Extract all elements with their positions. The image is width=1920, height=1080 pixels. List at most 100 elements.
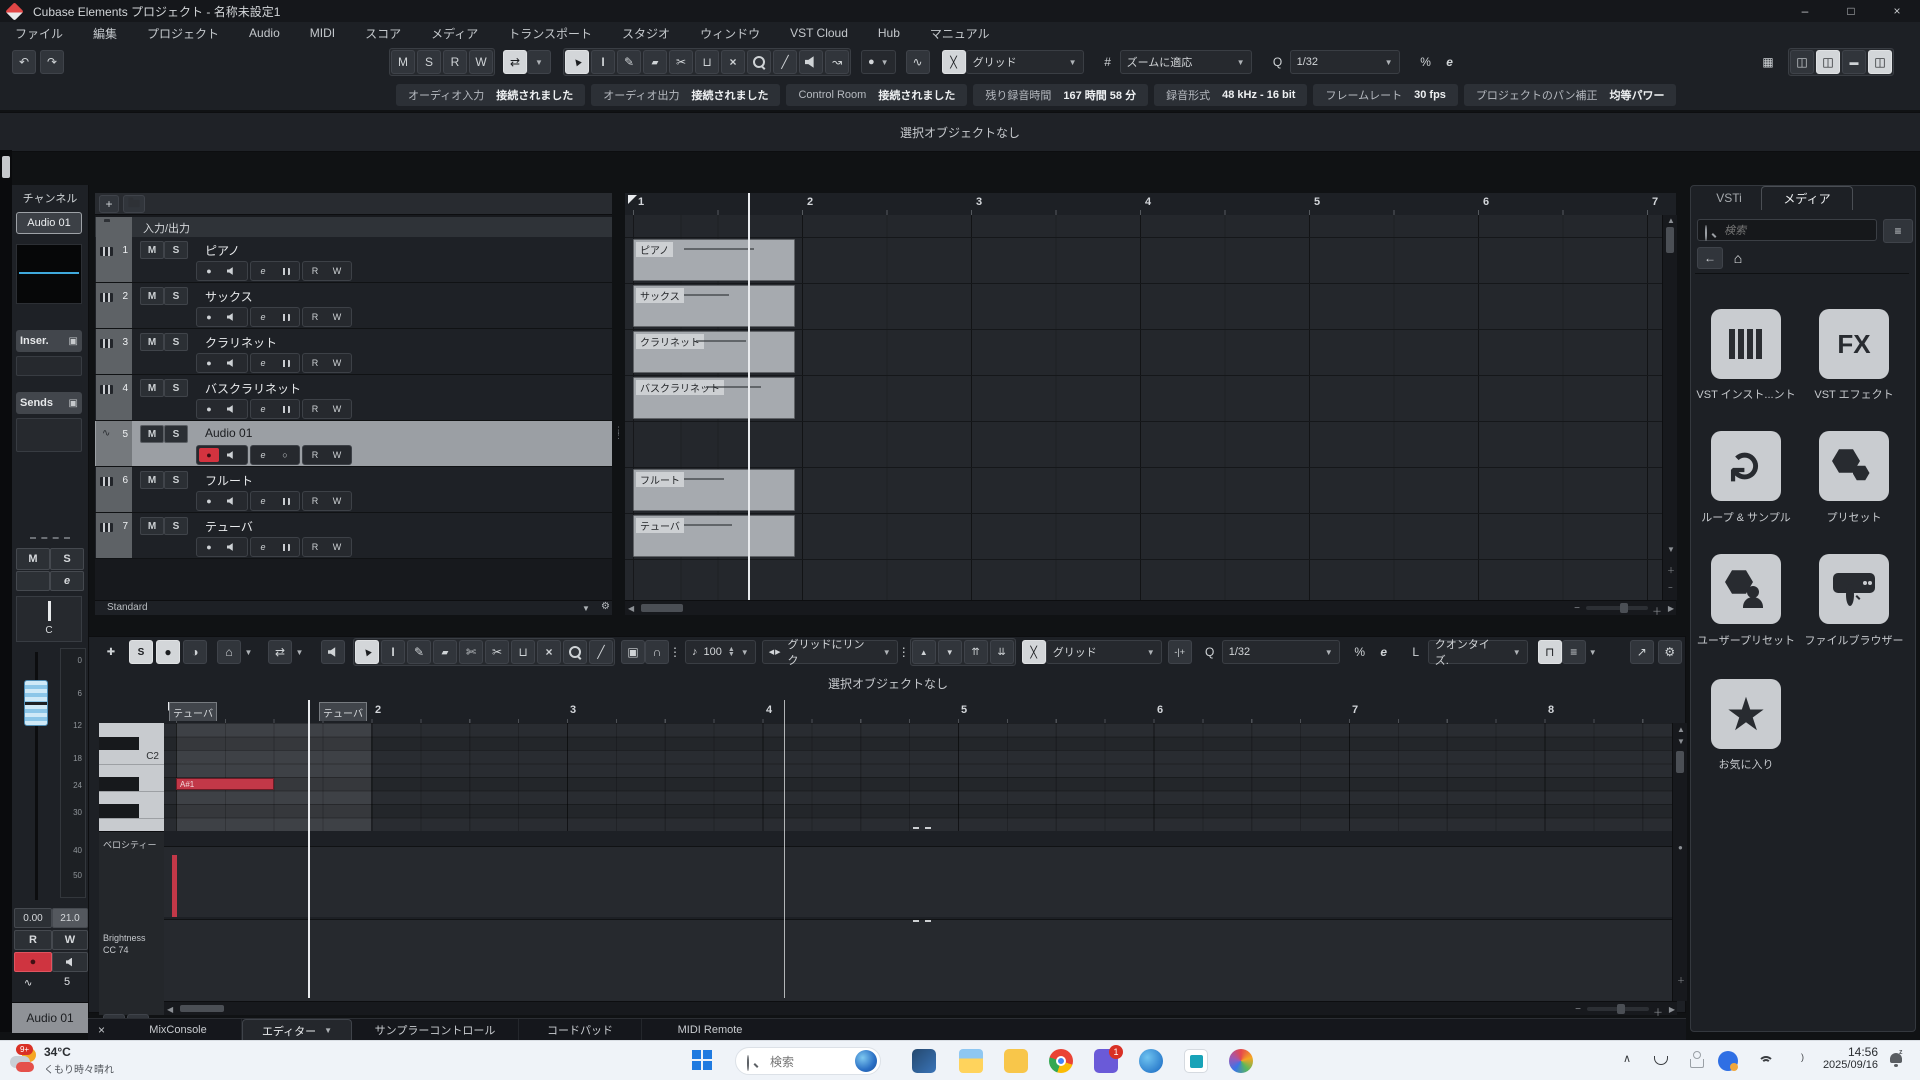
velocity-control[interactable]: 100 ▲▼ ▼ [685, 640, 756, 664]
length-quantize-dropdown[interactable]: クオンタイズ.▼ [1428, 640, 1528, 664]
read-all-button[interactable]: R [443, 50, 467, 74]
workspace-icon[interactable] [1756, 50, 1780, 74]
pin-icon[interactable] [99, 640, 123, 664]
scroll-down-icon[interactable]: ▼ [1667, 545, 1675, 554]
left-zone-handle[interactable] [2, 156, 10, 178]
media-search-box[interactable] [1697, 219, 1877, 241]
frame-rate-chip[interactable]: フレームレート30 fps [1313, 84, 1457, 106]
read-icon[interactable]: R [305, 402, 325, 416]
record-arm-icon[interactable]: ● [199, 264, 219, 278]
record-enable-button[interactable]: ● [14, 952, 52, 972]
taskbar-code-app-icon[interactable] [1184, 1049, 1208, 1073]
track-row-tuba[interactable]: 7 M S テューバ ● e RW [95, 513, 612, 559]
menu-studio[interactable]: スタジオ [607, 25, 685, 42]
read-automation-button[interactable]: R [14, 930, 52, 950]
event-colors-icon[interactable] [621, 640, 645, 664]
scroll-left-icon[interactable]: ◀ [167, 1005, 173, 1014]
editor-draw-tool-icon[interactable] [407, 640, 431, 664]
snap-type-dropdown[interactable]: グリッド▼ [966, 50, 1084, 74]
hzoom-minus-icon[interactable]: − [1575, 1004, 1581, 1015]
menu-edit[interactable]: 編集 [78, 25, 132, 42]
tile-vst-effects[interactable]: FX [1819, 309, 1889, 379]
channel-name-button[interactable]: Audio 01 [16, 212, 82, 234]
undo-icon[interactable] [12, 50, 36, 74]
record-arm-icon[interactable]: ● [199, 310, 219, 324]
menu-hub[interactable]: Hub [863, 26, 915, 40]
midi-io-icon[interactable] [275, 540, 295, 554]
track-mute-button[interactable]: M [140, 517, 164, 535]
record-in-editor-icon[interactable] [156, 640, 180, 664]
track-name[interactable]: テューバ [205, 518, 253, 535]
editor-quantize-panel-icon[interactable]: e [1372, 640, 1396, 664]
move-up-octave-icon[interactable] [964, 640, 988, 664]
tab-midi-remote[interactable]: MIDI Remote [642, 1019, 778, 1041]
editor-selection-tool-icon[interactable] [355, 640, 379, 664]
tile-presets[interactable] [1819, 431, 1889, 501]
midi-io-icon[interactable] [275, 264, 295, 278]
vzoom-minus-icon[interactable]: − [1668, 583, 1673, 592]
editor-cursor[interactable] [308, 700, 310, 998]
move-up-icon[interactable] [912, 640, 936, 664]
acoustic-feedback-icon[interactable] [183, 640, 207, 664]
control-room-chip[interactable]: Control Room接続されました [786, 84, 967, 106]
menu-vst-cloud[interactable]: VST Cloud [775, 26, 863, 40]
midi-clip-clarinet[interactable]: クラリネット [633, 331, 795, 373]
write-icon[interactable]: W [327, 356, 347, 370]
record-arm-icon[interactable]: ● [199, 356, 219, 370]
midi-clip-bass-clarinet[interactable]: バスクラリネット [633, 377, 795, 419]
split-tool-icon[interactable] [669, 50, 693, 74]
autoscroll-dropdown[interactable]: ▼ [292, 640, 307, 664]
add-track-button[interactable]: + [99, 195, 119, 213]
tab-mixconsole[interactable]: MixConsole [115, 1019, 242, 1041]
track-mute-button[interactable]: M [140, 333, 164, 351]
scroll-up-icon[interactable]: ▲ [1677, 725, 1685, 734]
grid-type-dropdown[interactable]: ズームに適応▼ [1120, 50, 1252, 74]
midi-note-a-sharp-1[interactable]: A#1 [176, 778, 274, 790]
channel-overview[interactable] [16, 244, 82, 304]
step-input-icon[interactable] [645, 640, 669, 664]
record-arm-icon[interactable]: ● [199, 494, 219, 508]
midi-io-icon[interactable] [275, 402, 295, 416]
send-slot[interactable] [16, 418, 82, 452]
track-name[interactable]: ピアノ [205, 242, 240, 259]
track-name[interactable]: クラリネット [205, 334, 277, 351]
editor-vscrollbar[interactable]: ▲ ▼ ● ＋ [1672, 723, 1687, 1001]
editor-snap-icon[interactable] [1022, 640, 1046, 664]
pan-control[interactable]: C [16, 596, 82, 642]
read-icon[interactable]: R [305, 356, 325, 370]
track-solo-button[interactable]: S [164, 471, 188, 489]
menu-project[interactable]: プロジェクト [132, 25, 234, 42]
edit-channel-icon[interactable]: e [253, 310, 273, 324]
strip-divider[interactable] [30, 537, 70, 539]
track-solo-button[interactable]: S [164, 379, 188, 397]
track-row-flute[interactable]: 6 M S フルート ● e RW [95, 467, 612, 513]
track-row-sax[interactable]: 2 M S サックス ● e RW [95, 283, 612, 329]
part-tab-tuba-1[interactable]: テューバ [169, 702, 217, 721]
midi-clip-flute[interactable]: フルート [633, 469, 795, 511]
black-key[interactable] [99, 737, 139, 751]
object-selection-tool-icon[interactable] [565, 50, 589, 74]
edit-channel-icon[interactable]: e [253, 448, 273, 462]
track-mute-button[interactable]: M [140, 287, 164, 305]
insert-slot[interactable] [16, 356, 82, 376]
channel-mute-button[interactable]: M [16, 548, 50, 570]
read-icon[interactable]: R [305, 448, 325, 462]
monitor-icon[interactable] [221, 356, 241, 370]
move-down-icon[interactable] [938, 640, 962, 664]
editor-solo-button[interactable]: S [129, 640, 153, 664]
record-arm-icon[interactable]: ● [199, 540, 219, 554]
monitor-icon[interactable] [221, 448, 241, 462]
hzoom-slider[interactable] [1586, 606, 1648, 610]
midi-clip-piano[interactable]: ピアノ [633, 239, 795, 281]
edit-channel-icon[interactable]: e [253, 494, 273, 508]
monitor-icon[interactable] [221, 494, 241, 508]
hzoom-plus-icon[interactable]: ＋ [1653, 1004, 1663, 1019]
iterative-quantize-icon[interactable]: % [1414, 50, 1438, 74]
close-lower-zone-icon[interactable]: × [88, 1023, 115, 1037]
track-solo-button[interactable]: S [164, 333, 188, 351]
arrangement-area[interactable]: ピアノ サックス クラリネット バスクラリネット フルート テューバ [625, 215, 1676, 600]
track-solo-button[interactable]: S [164, 287, 188, 305]
scroll-left-icon[interactable]: ◀ [628, 604, 634, 613]
velocity-value[interactable]: 100 [704, 646, 722, 658]
record-format-chip[interactable]: 録音形式48 kHz - 16 bit [1154, 84, 1307, 106]
